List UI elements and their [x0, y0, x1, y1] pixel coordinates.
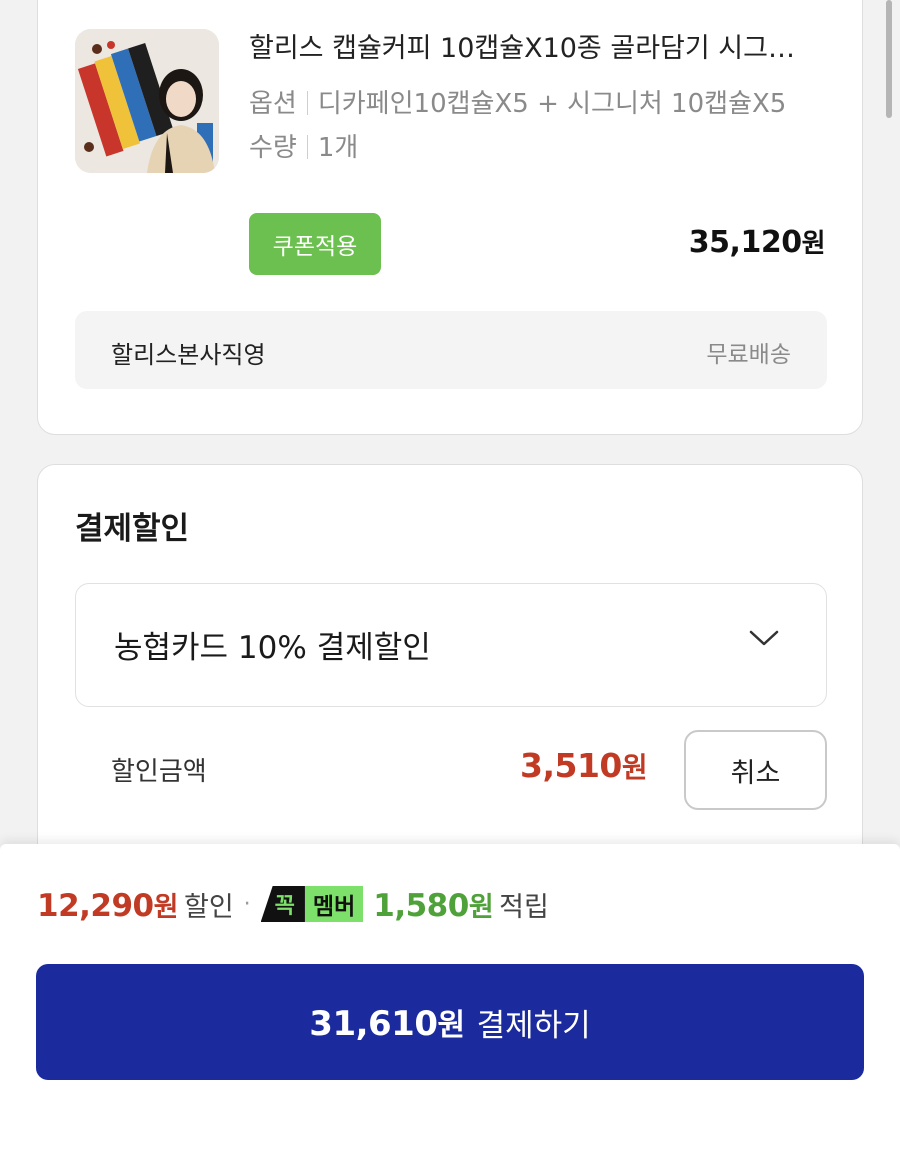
reward-points: 1,580원: [373, 885, 493, 924]
bottom-payment-bar: 12,290원 할인 · 꼭 멤버 1,580원 적립 31,610원 결제하기: [0, 844, 900, 1174]
points-word: 적립: [499, 891, 549, 923]
product-price: 35,120원: [688, 223, 826, 260]
pay-button[interactable]: 31,610원 결제하기: [36, 964, 864, 1080]
discount-amount: 3,510원: [520, 746, 648, 786]
checkout-page: 할리스 캡슐커피 10캡슐X10종 골라담기 시그… 옵션 디카페인10캡슐X5 …: [0, 0, 900, 1174]
discount-word: 할인: [183, 891, 234, 923]
quantity-value: 1개: [317, 133, 359, 163]
apply-coupon-button[interactable]: 쿠폰적용: [249, 213, 381, 275]
selected-discount: 농협카드 10% 결제할인: [114, 630, 431, 666]
seller-name[interactable]: 할리스본사직영: [111, 335, 266, 370]
option-value: 디카페인10캡슐X5 + 시그니처 10캡슐X5: [317, 89, 787, 119]
member-badge: 꼭 멤버: [260, 886, 364, 922]
pay-label: 결제하기: [476, 1007, 591, 1044]
total-discount: 12,290원: [37, 885, 178, 924]
discount-amount-value: 3,510: [520, 746, 622, 785]
chevron-down-icon: [749, 630, 779, 646]
product-quantity: 수량 1개: [249, 128, 358, 168]
member-badge-logo: 꼭: [260, 886, 305, 922]
card-discount-select[interactable]: 농협카드 10% 결제할인: [75, 583, 827, 707]
scrollbar[interactable]: [886, 0, 892, 118]
product-price-value: 35,120: [688, 225, 802, 260]
total-discount-unit: 원: [153, 891, 179, 923]
member-badge-text: 멤버: [304, 886, 364, 922]
reward-points-unit: 원: [468, 891, 494, 923]
divider: [306, 91, 308, 115]
product-title[interactable]: 할리스 캡슐커피 10캡슐X10종 골라담기 시그…: [249, 29, 829, 69]
pay-amount: 31,610원: [309, 1000, 466, 1044]
product-option: 옵션 디카페인10캡슐X5 + 시그니처 10캡슐X5: [249, 84, 786, 124]
product-card: 할리스 캡슐커피 10캡슐X10종 골라담기 시그… 옵션 디카페인10캡슐X5 …: [37, 0, 863, 435]
section-title: 결제할인: [75, 511, 190, 547]
payment-discount-card: 결제할인 농협카드 10% 결제할인 할인금액 3,510원 취소: [37, 464, 863, 884]
total-discount-value: 12,290: [37, 887, 154, 924]
pay-amount-unit: 원: [437, 1008, 466, 1043]
reward-points-value: 1,580: [373, 887, 469, 924]
discount-amount-unit: 원: [621, 751, 648, 784]
discount-amount-label: 할인금액: [111, 757, 207, 787]
divider: [306, 135, 308, 159]
product-thumbnail[interactable]: [75, 29, 219, 173]
seller-shipping-box: 할리스본사직영 무료배송: [75, 311, 827, 389]
product-price-unit: 원: [801, 229, 826, 259]
separator-dot: ·: [243, 891, 251, 917]
cancel-discount-button[interactable]: 취소: [684, 730, 827, 810]
benefit-summary: 12,290원 할인 · 꼭 멤버 1,580원 적립: [37, 884, 549, 924]
option-label: 옵션: [249, 89, 297, 119]
pay-amount-value: 31,610: [309, 1004, 438, 1044]
quantity-label: 수량: [249, 133, 297, 163]
shipping-info: 무료배송: [706, 342, 791, 368]
